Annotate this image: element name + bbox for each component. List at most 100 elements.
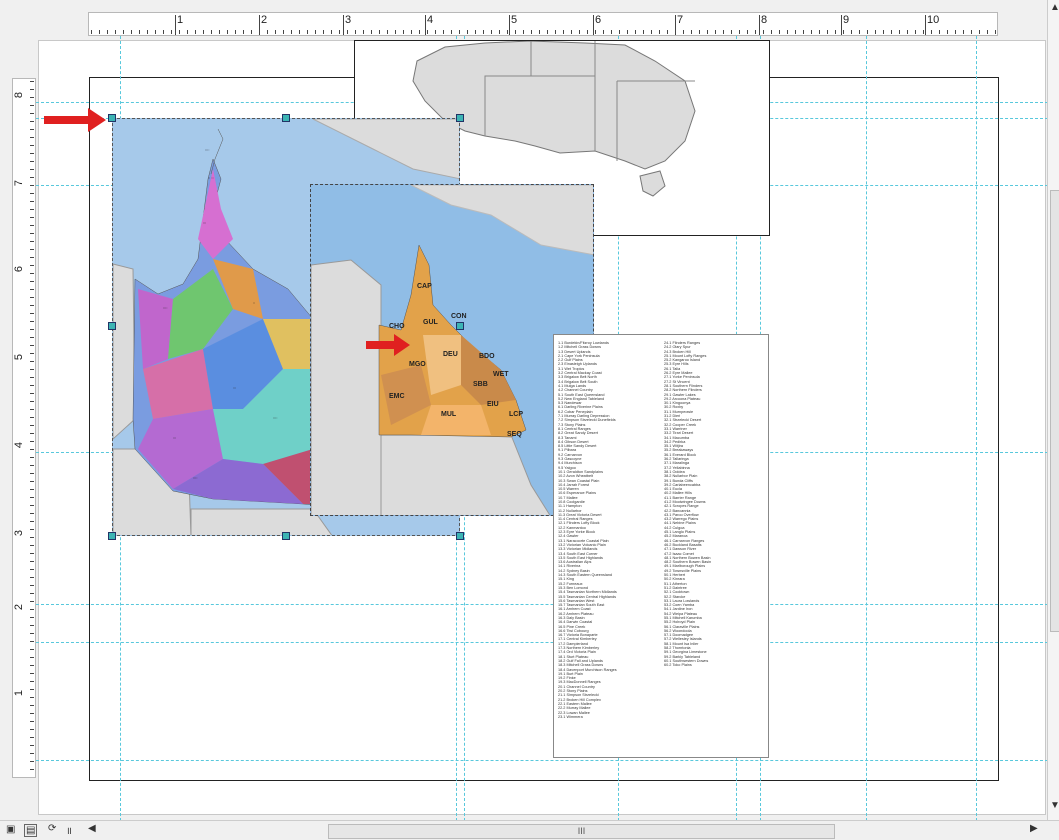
ruler-minor-tick — [707, 30, 708, 34]
ruler-minor-tick — [30, 489, 34, 490]
ruler-minor-tick — [699, 30, 700, 34]
ruler-minor-tick — [675, 30, 676, 34]
ruler-minor-tick — [30, 97, 34, 98]
ruler-minor-tick — [859, 30, 860, 34]
ruler-minor-tick — [939, 30, 940, 34]
ruler-minor-tick — [395, 30, 396, 34]
ruler-minor-tick — [30, 241, 34, 242]
selection-handle[interactable] — [456, 114, 464, 122]
ruler-minor-tick — [115, 30, 116, 34]
ruler-minor-tick — [539, 30, 540, 34]
ruler-minor-tick — [595, 30, 596, 34]
ruler-minor-tick — [571, 30, 572, 34]
vertical-ruler[interactable]: 8 7 6 5 4 3 2 1 — [12, 78, 36, 778]
ruler-minor-tick — [603, 30, 604, 34]
horizontal-scroll-thumb[interactable]: III — [328, 824, 835, 839]
ruler-minor-tick — [731, 30, 732, 34]
ruler-tick-label: 1 — [177, 14, 184, 26]
ruler-minor-tick — [739, 30, 740, 34]
ruler-minor-tick — [531, 30, 532, 34]
selection-handle[interactable] — [456, 322, 464, 330]
svg-text::::: ::: — [173, 435, 176, 440]
ruler-minor-tick — [387, 30, 388, 34]
ruler-minor-tick — [667, 30, 668, 34]
ruler-minor-tick — [30, 457, 34, 458]
ruler-minor-tick — [30, 529, 34, 530]
selection-handle[interactable] — [282, 114, 290, 122]
ruler-minor-tick — [467, 30, 468, 34]
selection-handle[interactable] — [108, 532, 116, 540]
pause-icon[interactable]: ॥ — [66, 823, 72, 837]
ruler-minor-tick — [931, 30, 932, 34]
ruler-minor-tick — [30, 537, 34, 538]
svg-text:::::: :::: — [273, 415, 277, 420]
region-label: WET — [493, 371, 509, 378]
ruler-minor-tick — [30, 153, 34, 154]
selection-handle[interactable] — [282, 532, 290, 540]
ruler-minor-tick — [30, 737, 34, 738]
legend-frame[interactable]: 1.1 Burdekin/Fitzroy Lowlands 1.2 Mitchel… — [553, 334, 769, 758]
region-label: CON — [451, 313, 467, 320]
ruler-minor-tick — [579, 30, 580, 34]
ruler-tick-label: 3 — [13, 529, 26, 537]
selection-handle[interactable] — [108, 114, 116, 122]
legend-column: 1.1 Burdekin/Fitzroy Lowlands 1.2 Mitchel… — [558, 341, 658, 719]
ruler-minor-tick — [515, 30, 516, 34]
ruler-minor-tick — [30, 721, 34, 722]
svg-text:::::: :::: — [193, 475, 197, 480]
region-label: DEU — [443, 351, 458, 358]
ruler-tick — [509, 15, 510, 35]
ruler-minor-tick — [299, 30, 300, 34]
ruler-minor-tick — [915, 30, 916, 34]
guide-vertical — [976, 36, 977, 821]
ruler-minor-tick — [30, 193, 34, 194]
refresh-icon[interactable]: ⟳ — [48, 823, 56, 834]
ruler-minor-tick — [371, 30, 372, 34]
vertical-scrollbar[interactable]: ▲ ▼ — [1047, 0, 1059, 820]
region-label: MGO — [409, 361, 426, 368]
ruler-minor-tick — [30, 641, 34, 642]
ruler-tick-label: 3 — [345, 14, 352, 26]
ruler-minor-tick — [779, 30, 780, 34]
ruler-minor-tick — [30, 185, 34, 186]
ruler-minor-tick — [195, 30, 196, 34]
ruler-minor-tick — [30, 769, 34, 770]
ruler-minor-tick — [30, 609, 34, 610]
ruler-minor-tick — [30, 561, 34, 562]
scroll-right-icon[interactable]: ▶ — [1030, 823, 1038, 834]
ruler-minor-tick — [30, 417, 34, 418]
ruler-minor-tick — [30, 465, 34, 466]
ruler-minor-tick — [30, 273, 34, 274]
scroll-left-icon[interactable]: ◀ — [88, 823, 96, 834]
selection-handle[interactable] — [456, 532, 464, 540]
ruler-minor-tick — [867, 30, 868, 34]
selection-handle[interactable] — [108, 322, 116, 330]
pointer-arrow — [366, 334, 410, 356]
ruler-minor-tick — [307, 30, 308, 34]
regional-map-frame[interactable]: CAP CHO GUL CON DEU MGO BDO EMC SBB WET … — [310, 184, 594, 516]
ruler-minor-tick — [811, 30, 812, 34]
scroll-down-icon[interactable]: ▼ — [1050, 800, 1059, 811]
ruler-minor-tick — [30, 625, 34, 626]
ruler-minor-tick — [30, 233, 34, 234]
ruler-minor-tick — [30, 129, 34, 130]
ruler-minor-tick — [30, 521, 34, 522]
ruler-minor-tick — [251, 30, 252, 34]
region-label: GUL — [423, 319, 438, 326]
ruler-minor-tick — [723, 30, 724, 34]
ruler-minor-tick — [30, 673, 34, 674]
ruler-minor-tick — [555, 30, 556, 34]
data-view-icon[interactable]: ▣ — [6, 824, 15, 835]
ruler-minor-tick — [211, 30, 212, 34]
status-bar: ▣ ▤ ⟳ ॥ ◀ III ▶ — [0, 820, 1059, 840]
layout-view-icon[interactable]: ▤ — [24, 824, 38, 837]
ruler-tick-label: 7 — [677, 14, 684, 26]
vertical-scroll-thumb[interactable] — [1050, 190, 1059, 632]
scroll-up-icon[interactable]: ▲ — [1050, 2, 1059, 13]
ruler-minor-tick — [995, 30, 996, 34]
region-label: LCP — [509, 411, 523, 418]
horizontal-ruler[interactable]: 1 2 3 4 5 6 7 8 9 10 — [88, 12, 998, 36]
ruler-minor-tick — [475, 30, 476, 34]
svg-text:::::: :::: — [163, 305, 167, 310]
ruler-minor-tick — [30, 105, 34, 106]
